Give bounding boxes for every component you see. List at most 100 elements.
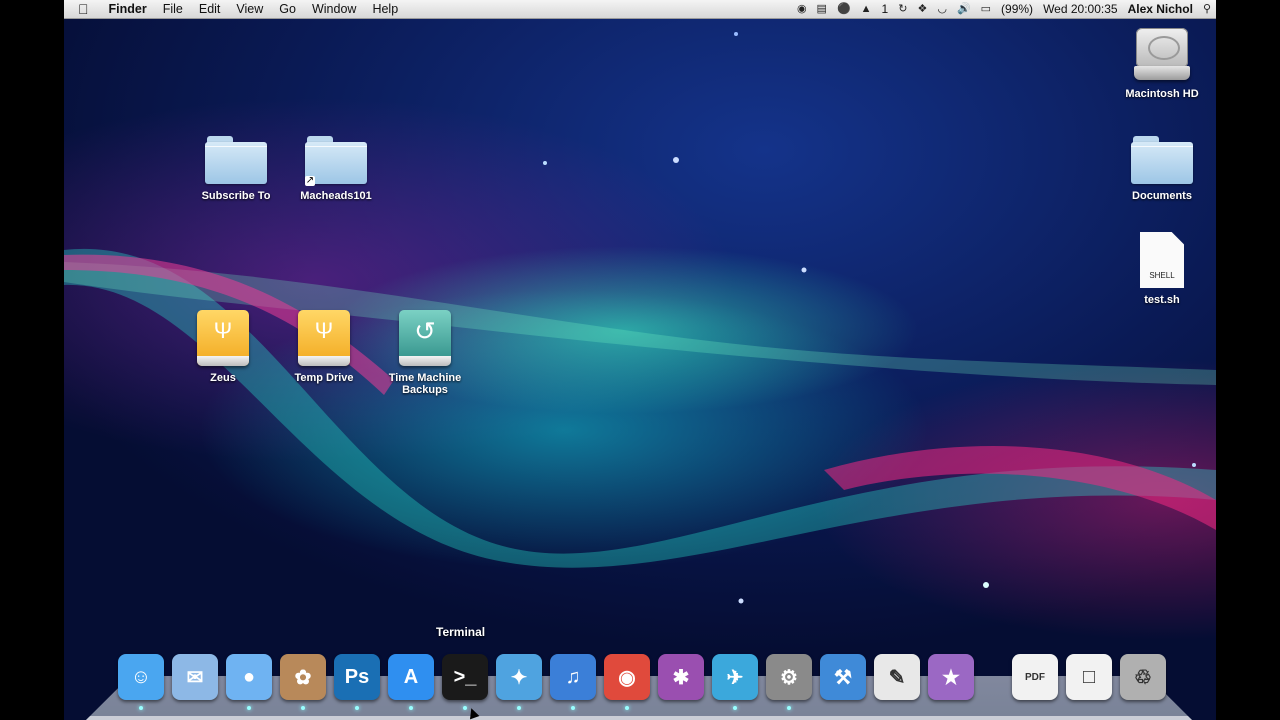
adobe-media-encoder-icon: ✱ [672,666,690,689]
folder-icon: ↗ [305,136,367,186]
icon-label: Temp Drive [294,372,354,384]
dock-item-adobe-media-encoder[interactable]: ✱ [658,654,704,700]
icon-label: Zeus [210,372,236,384]
dock-item-system-preferences[interactable]: ⚙ [766,654,812,710]
desktop-folder-macheads101[interactable]: ↗ Macheads101 [281,136,391,202]
desktop[interactable]:  Finder File Edit View Go Window Help ◉… [64,0,1216,720]
dock-item-files-stack[interactable]: □ [1066,654,1112,700]
menu-help[interactable]: Help [364,0,406,18]
trash-icon: ♲ [1134,666,1152,689]
imovie-icon: ★ [942,666,960,689]
folder-icon [1131,136,1193,184]
menu-edit[interactable]: Edit [191,0,229,18]
dock-item-terminal[interactable]: >_ [442,654,488,710]
hex-icon[interactable]: ⚫ [832,0,856,18]
icon-label: Time Machine Backups [388,372,462,396]
menu-go[interactable]: Go [271,0,304,18]
icon-label: Subscribe To [201,190,271,202]
facetime-icon: ● [242,665,256,688]
icon-label: test.sh [1144,294,1180,306]
system-preferences-icon: ⚙ [780,666,798,689]
photoshop-icon: Ps [344,665,370,688]
dock-item-mail[interactable]: ✉ [172,654,218,700]
dock-item-preview[interactable]: ✿ [280,654,326,710]
usb-drive-icon: Ψ [298,310,350,366]
running-indicator [247,706,251,710]
wifi-icon[interactable]: ◡ [932,0,952,18]
dock-item-xcode[interactable]: ⚒ [820,654,866,700]
battery-percent[interactable]: (99%) [996,0,1038,18]
running-indicator [139,706,143,710]
desktop-drive-macintosh-hd[interactable]: Macintosh HD [1107,28,1216,100]
finder-icon: ☺ [130,665,152,688]
dock-item-trash[interactable]: ♲ [1120,654,1166,700]
bluetooth-icon[interactable]: ❖ [912,0,932,18]
icon-label: Documents [1132,190,1192,202]
shell-script-icon: SHELL [1140,232,1184,288]
desktop-folder-subscribe-to[interactable]: Subscribe To [181,136,291,202]
dock-item-safari[interactable]: ✦ [496,654,542,710]
terminal-icon: >_ [453,665,477,688]
running-indicator [625,706,629,710]
dock-item-finder[interactable]: ☺ [118,654,164,710]
script-editor-icon: ✎ [888,666,906,689]
desktop-drive-zeus[interactable]: Ψ Zeus [168,310,278,384]
documents-stack-icon: PDF [1025,671,1045,683]
running-indicator [571,706,575,710]
folder-icon [205,136,267,184]
mail-icon: ✉ [186,666,204,689]
running-indicator [409,706,413,710]
menu-bar:  Finder File Edit View Go Window Help ◉… [64,0,1216,19]
xcode-icon: ⚒ [834,666,852,689]
twitter-icon: ✈ [726,666,744,689]
desktop-drive-time-machine[interactable]: ↺ Time Machine Backups [370,310,480,396]
apple-menu-icon[interactable]:  [64,0,101,18]
adobe-count[interactable]: 1 [877,0,894,18]
preview-icon: ✿ [294,666,312,689]
running-indicator [301,706,305,710]
desktop-drive-temp-drive[interactable]: Ψ Temp Drive [269,310,379,384]
dock-item-imovie[interactable]: ★ [928,654,974,700]
dock-item-photoshop[interactable]: Ps [334,654,380,710]
icon-label: Macheads101 [300,190,372,202]
spotlight-search-icon[interactable]: ⚲ [1198,0,1216,18]
volume-icon[interactable]: 🔊 [952,0,976,18]
menu-finder[interactable]: Finder [101,0,155,18]
safari-icon: ✦ [510,666,528,689]
running-indicator [733,706,737,710]
status-area: ◉ ▤ ⚫ ▲ 1 ↻ ❖ ◡ 🔊 ▭ (99%) Wed 20:00:35 A… [792,0,1216,18]
dock-item-script-editor[interactable]: ✎ [874,654,920,700]
time-machine-icon[interactable]: ↻ [893,0,912,18]
dock-item-twitter[interactable]: ✈ [712,654,758,710]
file-kind-label: SHELL [1149,271,1175,280]
running-indicator [517,706,521,710]
time-machine-drive-icon: ↺ [399,310,451,366]
battery-icon[interactable]: ▭ [976,0,996,18]
adobe-icon[interactable]: ▲ [856,0,877,18]
menu-window[interactable]: Window [304,0,364,18]
files-stack-icon: □ [1082,665,1096,688]
usb-drive-icon: Ψ [197,310,249,366]
google-chrome-icon: ◉ [618,666,636,689]
desktop-folder-documents[interactable]: Documents [1107,136,1216,202]
clock[interactable]: Wed 20:00:35 [1038,0,1123,18]
running-indicator [787,706,791,710]
icon-label: Macintosh HD [1125,88,1199,100]
menu-view[interactable]: View [228,0,271,18]
dock-item-facetime[interactable]: ● [226,654,272,710]
dock-item-app-store[interactable]: A [388,654,434,710]
desktop-file-test-sh[interactable]: SHELL test.sh [1107,232,1216,306]
menu-file[interactable]: File [155,0,191,18]
app-store-icon: A [403,665,419,688]
itunes-icon: ♫ [565,665,581,688]
dock-item-google-chrome[interactable]: ◉ [604,654,650,710]
running-indicator [355,706,359,710]
alias-arrow-icon: ↗ [305,175,315,186]
dock-item-itunes[interactable]: ♫ [550,654,596,710]
dock-item-documents-stack[interactable]: PDF [1012,654,1058,700]
dock-tooltip: Terminal [436,625,486,639]
user-name[interactable]: Alex Nichol [1123,0,1198,18]
screen-recording-icon[interactable]: ◉ [792,0,812,18]
hard-drive-icon [1134,28,1190,82]
clipboard-icon[interactable]: ▤ [812,0,832,18]
